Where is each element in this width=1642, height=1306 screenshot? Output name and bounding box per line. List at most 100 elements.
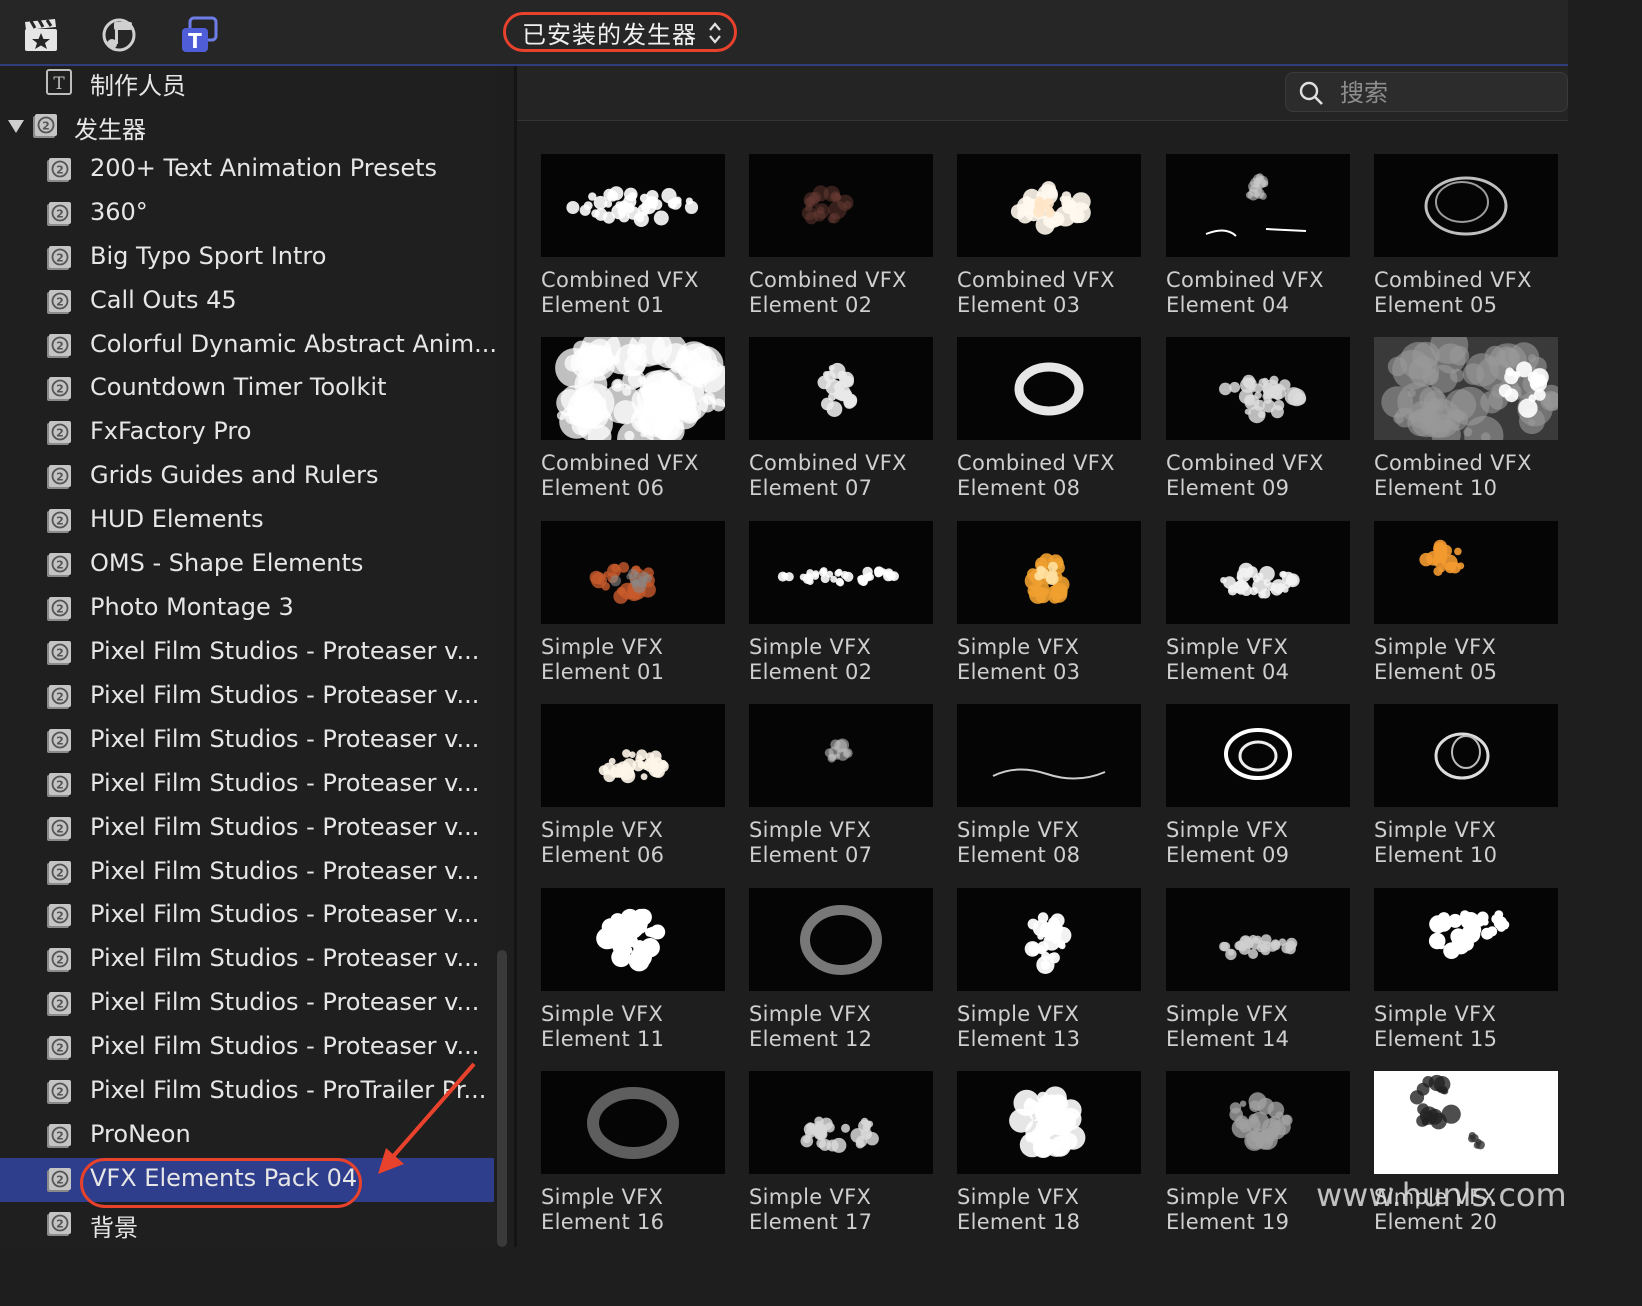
generator-tile[interactable]: Simple VFX Element 13 [957,888,1141,1060]
generator-tile[interactable]: Simple VFX Element 15 [1374,888,1558,1060]
generator-thumbnail[interactable] [957,704,1141,807]
generator-tile[interactable]: Simple VFX Element 11 [541,888,725,1060]
generator-thumbnail[interactable] [541,154,725,257]
pane-divider[interactable] [514,66,517,1247]
sidebar-item[interactable]: 2 Pixel Film Studios - Proteaser v... [0,807,494,851]
generator-tile[interactable]: Combined VFX Element 09 [1166,337,1350,509]
sidebar-item[interactable]: 2 Pixel Film Studios - Proteaser v... [0,851,494,895]
sidebar-item[interactable]: 2 Countdown Timer Toolkit [0,367,494,411]
generator-tile[interactable]: Simple VFX Element 19 [1166,1071,1350,1243]
generator-thumbnail[interactable] [541,337,725,440]
generator-tile[interactable]: Simple VFX Element 16 [541,1071,725,1243]
generator-tile[interactable]: Combined VFX Element 05 [1374,154,1558,326]
music-note-icon[interactable] [100,16,138,54]
titles-T-icon[interactable]: T [180,16,218,54]
generator-thumbnail[interactable] [1166,337,1350,440]
generator-thumbnail[interactable] [1166,704,1350,807]
generator-tile[interactable]: Combined VFX Element 08 [957,337,1141,509]
generator-tile[interactable]: Simple VFX Element 20 [1374,1071,1558,1243]
sidebar-item[interactable]: 2 Colorful Dynamic Abstract Anim... [0,324,497,368]
sidebar-item[interactable]: 2 发生器 [0,104,494,148]
generator-tile[interactable]: Combined VFX Element 03 [957,154,1141,326]
generator-tile[interactable]: Simple VFX Element 18 [957,1071,1141,1243]
generator-tile[interactable]: Combined VFX Element 01 [541,154,725,326]
generator-thumbnail[interactable] [1374,154,1558,257]
generator-tile[interactable]: Combined VFX Element 06 [541,337,725,509]
sidebar-item[interactable]: 2 Pixel Film Studios - Proteaser v... [0,894,494,938]
generator-thumbnail[interactable] [749,1071,933,1174]
generator-thumbnail[interactable] [1374,888,1558,991]
generator-tile[interactable]: Simple VFX Element 09 [1166,704,1350,876]
generator-thumbnail[interactable] [749,337,933,440]
generator-thumbnail[interactable] [1166,154,1350,257]
generator-title-line2: Element 08 [957,476,1081,500]
sidebar-item[interactable]: 2 HUD Elements [0,499,494,543]
generator-thumbnail[interactable] [1166,888,1350,991]
sidebar-item[interactable]: 2 FxFactory Pro [0,411,494,455]
generator-thumbnail[interactable] [1374,704,1558,807]
generator-icon: 2 [47,1211,71,1236]
generator-thumbnail[interactable] [749,521,933,624]
generator-thumbnail[interactable] [541,704,725,807]
generator-tile[interactable]: Simple VFX Element 12 [749,888,933,1060]
generator-thumbnail[interactable] [541,888,725,991]
generator-thumbnail[interactable] [1374,337,1558,440]
sidebar-item[interactable]: 2 Big Typo Sport Intro [0,236,494,280]
generator-tile[interactable]: Combined VFX Element 02 [749,154,933,326]
generator-thumbnail[interactable] [957,888,1141,991]
clapper-star-icon[interactable] [22,16,60,54]
generator-thumbnail[interactable] [541,1071,725,1174]
generator-thumbnail[interactable] [957,154,1141,257]
sidebar-item[interactable]: 2 Call Outs 45 [0,280,494,324]
sidebar-item[interactable]: 2 Photo Montage 3 [0,587,494,631]
sidebar-scrollbar[interactable] [497,950,507,1247]
generator-thumbnail[interactable] [957,521,1141,624]
generator-thumbnail[interactable] [749,888,933,991]
thumbnail-art [1409,1074,1485,1150]
generator-tile[interactable]: Simple VFX Element 05 [1374,521,1558,693]
sidebar-item[interactable]: 2 Pixel Film Studios - Proteaser v... [0,719,494,763]
sidebar-item-label: Countdown Timer Toolkit [90,373,387,402]
generator-tile[interactable]: Simple VFX Element 06 [541,704,725,876]
sidebar-item[interactable]: 2 Grids Guides and Rulers [0,455,494,499]
generator-title: Combined VFX Element 09 [1166,451,1366,501]
generator-tile[interactable]: Simple VFX Element 04 [1166,521,1350,693]
generator-thumbnail[interactable] [749,154,933,257]
sidebar-item[interactable]: 2 OMS - Shape Elements [0,543,494,587]
disclosure-triangle-icon[interactable] [8,119,24,133]
generator-tile[interactable]: Simple VFX Element 17 [749,1071,933,1243]
sidebar-item[interactable]: 2 背景 [0,1202,494,1246]
generator-thumbnail[interactable] [1166,1071,1350,1174]
search-input[interactable] [1338,77,1562,109]
generator-thumbnail[interactable] [541,521,725,624]
generator-thumbnail[interactable] [957,337,1141,440]
generator-thumbnail[interactable] [957,1071,1141,1174]
generators-popup-menu[interactable]: 已安装的发生器 [503,12,737,52]
sidebar-item[interactable]: 2 Pixel Film Studios - Proteaser v... [0,763,494,807]
generator-title: Simple VFX Element 12 [749,1002,949,1052]
generator-tile[interactable]: Simple VFX Element 10 [1374,704,1558,876]
sidebar-item[interactable]: T 制作人员 [0,60,494,104]
sidebar-item[interactable]: 2 Pixel Film Studios - Proteaser v... [0,631,494,675]
generator-tile[interactable]: Simple VFX Element 14 [1166,888,1350,1060]
sidebar-item[interactable]: 2 200+ Text Animation Presets [0,148,494,192]
generator-title-line2: Element 02 [749,293,873,317]
generator-thumbnail[interactable] [1166,521,1350,624]
generator-thumbnail[interactable] [749,704,933,807]
generator-tile[interactable]: Simple VFX Element 02 [749,521,933,693]
sidebar-item[interactable]: 2 Pixel Film Studios - Proteaser v... [0,938,494,982]
generator-tile[interactable]: Combined VFX Element 10 [1374,337,1558,509]
sidebar-item[interactable]: 2 Pixel Film Studios - Proteaser v... [0,982,494,1026]
generator-thumbnail[interactable] [1374,521,1558,624]
generator-tile[interactable]: Simple VFX Element 01 [541,521,725,693]
generator-tile[interactable]: Simple VFX Element 07 [749,704,933,876]
search-icon [1299,81,1323,105]
generator-tile[interactable]: Combined VFX Element 07 [749,337,933,509]
generator-thumbnail[interactable] [1374,1071,1558,1174]
generator-tile[interactable]: Simple VFX Element 03 [957,521,1141,693]
generator-tile[interactable]: Combined VFX Element 04 [1166,154,1350,326]
generator-tile[interactable]: Simple VFX Element 08 [957,704,1141,876]
sidebar-item[interactable]: 2 Pixel Film Studios - Proteaser v... [0,675,494,719]
search-field[interactable] [1285,72,1568,112]
sidebar-item[interactable]: 2 360° [0,192,494,236]
